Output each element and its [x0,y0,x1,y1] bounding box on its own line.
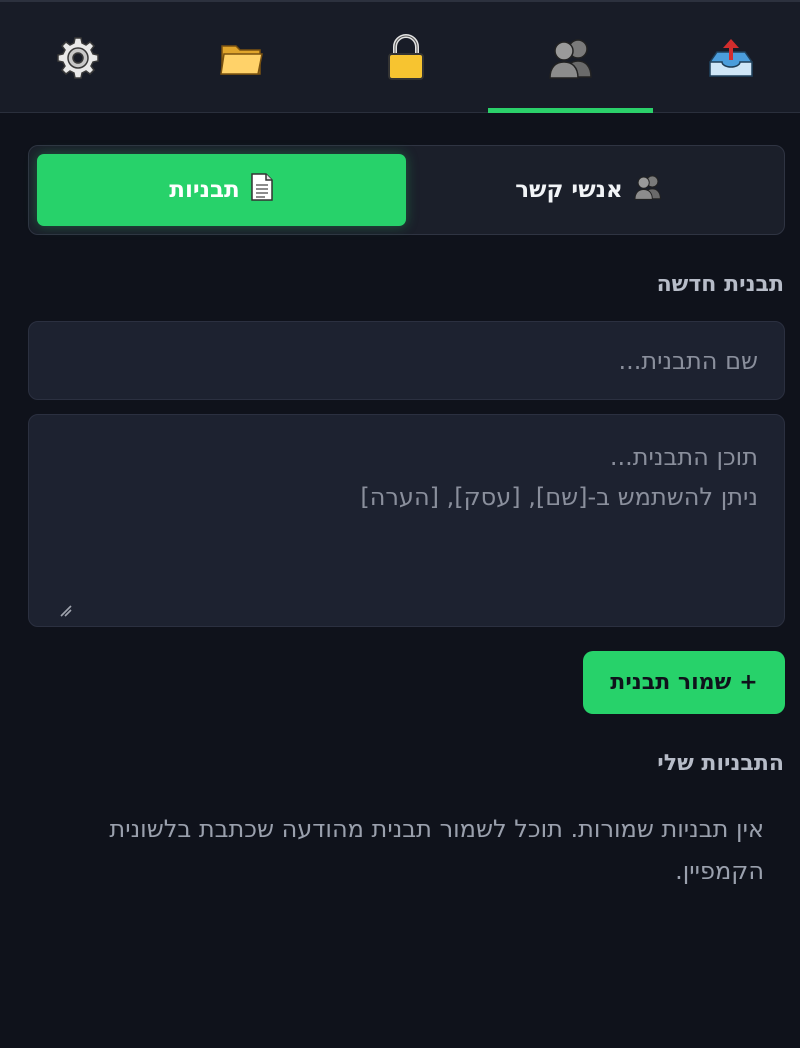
my-templates-title: התבניות שלי [657,751,784,776]
segment-templates-label: תבניות [169,177,240,203]
new-template-title: תבנית חדשה [656,272,784,297]
people-icon [547,37,595,79]
gear-icon [56,36,100,80]
tab-underline [662,108,800,113]
segment-contacts-label: אנשי קשר [515,177,623,203]
empty-templates-message: אין תבניות שמורות. תוכל לשמור תבנית מהוד… [109,815,764,885]
tab-contacts[interactable] [488,2,653,113]
segment-contacts-button[interactable]: אנשי קשר [404,154,774,226]
plus-icon: + [739,670,758,695]
tab-files[interactable] [164,2,319,113]
resize-grip-icon[interactable] [59,603,73,622]
people-icon [633,174,663,206]
tab-underline [0,108,155,113]
segment-templates-button[interactable]: תבניות [37,154,406,226]
save-template-button[interactable]: + שמור תבנית [583,651,785,714]
tab-underline-active [488,108,653,113]
lock-icon [386,33,426,82]
tab-underline [164,108,319,113]
segment-control: אנשי קשר תבניות [28,145,785,235]
document-icon [250,172,274,208]
folder-icon [219,38,265,78]
tab-lock[interactable] [328,2,483,113]
top-nav [0,0,800,113]
template-name-field [28,321,785,400]
tab-underline [328,108,483,113]
tab-outbox[interactable] [662,2,800,113]
save-template-label: שמור תבנית [610,670,732,695]
tab-settings[interactable] [0,2,155,113]
template-content-field [28,414,785,627]
template-content-textarea[interactable] [29,415,784,626]
template-name-input[interactable] [29,322,784,399]
outbox-tray-icon [707,36,755,80]
